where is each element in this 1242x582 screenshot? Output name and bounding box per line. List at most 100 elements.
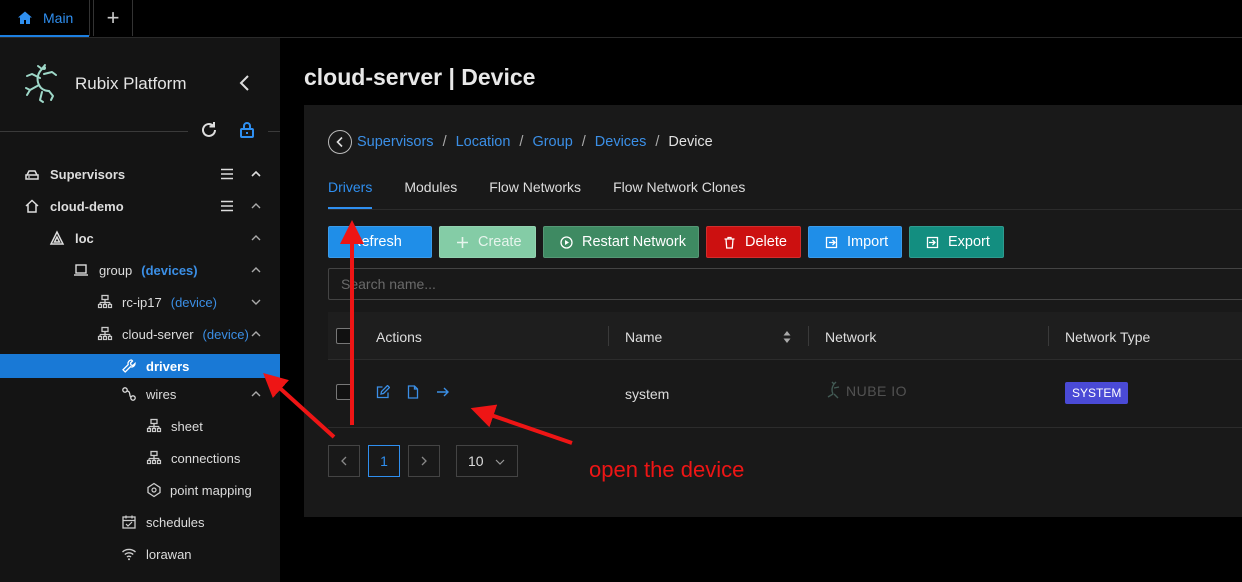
breadcrumb-devices[interactable]: Devices bbox=[595, 134, 647, 150]
network-logo: NUBE IO bbox=[824, 379, 907, 403]
import-icon bbox=[825, 236, 838, 248]
device-tree-icon bbox=[97, 294, 113, 309]
tree-item-drivers[interactable]: drivers bbox=[0, 354, 280, 378]
chevron-up-icon[interactable] bbox=[250, 232, 262, 244]
tree-item-wires[interactable]: wires bbox=[0, 378, 280, 410]
chevron-up-icon[interactable] bbox=[250, 328, 262, 340]
sidebar-divider bbox=[0, 131, 188, 132]
chevron-down-icon[interactable] bbox=[250, 296, 262, 308]
table-header: Actions Name Network Network Type bbox=[328, 312, 1242, 360]
export-icon bbox=[926, 236, 939, 248]
device-card: Supervisors / Location / Group / Devices… bbox=[304, 105, 1242, 517]
tree-item-group[interactable]: group (devices) bbox=[0, 254, 280, 286]
menu-icon[interactable] bbox=[220, 199, 234, 213]
tab-modules[interactable]: Modules bbox=[404, 179, 457, 209]
open-device-action[interactable] bbox=[436, 385, 452, 401]
location-icon bbox=[49, 230, 65, 245]
menu-icon[interactable] bbox=[220, 167, 234, 181]
tab-drivers[interactable]: Drivers bbox=[328, 179, 373, 209]
edit-action[interactable] bbox=[376, 385, 392, 401]
sidebar-divider bbox=[268, 131, 280, 132]
page-title: cloud-server | Device bbox=[304, 64, 536, 90]
chevron-up-icon[interactable] bbox=[250, 388, 262, 400]
tree-item-schedules[interactable]: schedules bbox=[0, 506, 280, 538]
sort-icon[interactable] bbox=[782, 330, 792, 344]
network-type-badge: SYSTEM bbox=[1065, 382, 1129, 404]
import-button[interactable]: Import bbox=[808, 226, 902, 258]
column-name[interactable]: Name bbox=[625, 329, 662, 345]
refresh-button[interactable]: Refresh bbox=[328, 226, 432, 258]
sidebar: Rubix Platform Supervisors cloud-demo lo… bbox=[0, 38, 280, 582]
tree-item-sheet[interactable]: sheet bbox=[0, 410, 280, 442]
chevron-right-icon bbox=[421, 456, 427, 466]
restart-network-button[interactable]: Restart Network bbox=[543, 226, 699, 258]
tree-item-loc[interactable]: loc bbox=[0, 222, 280, 254]
tree-item-tag: (device) bbox=[202, 326, 249, 342]
calendar-icon bbox=[122, 515, 136, 529]
export-button[interactable]: Export bbox=[909, 226, 1004, 258]
home-icon bbox=[18, 11, 32, 24]
breadcrumb-separator: / bbox=[655, 134, 660, 150]
view-action[interactable] bbox=[406, 385, 422, 401]
tree-item-point-mapping[interactable]: point mapping bbox=[0, 474, 280, 506]
chevron-up-icon[interactable] bbox=[250, 264, 262, 276]
device-tree-icon bbox=[97, 326, 113, 341]
add-tab-button[interactable]: + bbox=[93, 0, 133, 36]
device-tabs: Drivers Modules Flow Networks Flow Netwo… bbox=[328, 179, 777, 209]
tree-item-label: group bbox=[99, 262, 133, 278]
network-hex-icon bbox=[147, 482, 161, 498]
hierarchy-icon bbox=[146, 450, 162, 465]
tree-item-lorawan[interactable]: lorawan bbox=[0, 538, 280, 570]
table-row[interactable]: system NUBE IO SYSTEM bbox=[328, 360, 1242, 428]
frog-logo-icon bbox=[827, 381, 840, 399]
tree-item-tag: (devices) bbox=[141, 262, 198, 278]
column-divider bbox=[1048, 326, 1049, 346]
back-button[interactable] bbox=[328, 130, 352, 154]
supervisors-icon bbox=[25, 170, 39, 180]
select-all-checkbox[interactable] bbox=[336, 328, 352, 344]
laptop-icon bbox=[74, 264, 88, 276]
trash-icon bbox=[724, 236, 735, 249]
arrow-right-icon bbox=[437, 387, 449, 397]
tree-item-label: sheet bbox=[171, 418, 203, 434]
tree-item-connections[interactable]: connections bbox=[0, 442, 280, 474]
tree-item-label: connections bbox=[171, 450, 241, 466]
tree-item-cloud-demo[interactable]: cloud-demo bbox=[0, 190, 280, 222]
column-network-type: Network Type bbox=[1065, 329, 1151, 345]
page-1-button[interactable]: 1 bbox=[368, 445, 400, 477]
search-input[interactable] bbox=[328, 268, 1242, 300]
edit-icon bbox=[376, 385, 390, 399]
delete-button[interactable]: Delete bbox=[706, 226, 801, 258]
tree-item-label: cloud-server bbox=[122, 326, 194, 342]
chevron-left-icon bbox=[336, 136, 343, 148]
refresh-button-label: Refresh bbox=[351, 234, 402, 250]
house-icon bbox=[25, 199, 39, 213]
tree-item-supervisors[interactable]: Supervisors bbox=[0, 158, 280, 190]
breadcrumb-supervisors[interactable]: Supervisors bbox=[357, 134, 434, 150]
tab-main[interactable]: Main bbox=[0, 0, 90, 37]
page-size-select[interactable]: 10 bbox=[456, 445, 518, 477]
breadcrumb-group[interactable]: Group bbox=[532, 134, 572, 150]
tree-item-cloud-server[interactable]: cloud-server (device) bbox=[0, 318, 280, 350]
breadcrumb-separator: / bbox=[581, 134, 586, 150]
tab-flow-network-clones[interactable]: Flow Network Clones bbox=[613, 179, 745, 209]
tab-flow-networks[interactable]: Flow Networks bbox=[489, 179, 581, 209]
chevron-up-icon[interactable] bbox=[250, 168, 262, 180]
plus-icon bbox=[457, 236, 468, 248]
prev-page-button[interactable] bbox=[328, 445, 360, 477]
tree-item-rc-ip17[interactable]: rc-ip17 (device) bbox=[0, 286, 280, 318]
breadcrumb-location[interactable]: Location bbox=[456, 134, 511, 150]
frog-logo-icon bbox=[25, 64, 57, 103]
next-page-button[interactable] bbox=[408, 445, 440, 477]
row-checkbox[interactable] bbox=[336, 384, 352, 400]
breadcrumb-current: Device bbox=[668, 134, 713, 150]
refresh-icon[interactable] bbox=[199, 120, 219, 140]
lock-icon[interactable] bbox=[238, 121, 256, 139]
restart-network-button-label: Restart Network bbox=[582, 234, 686, 250]
chevron-down-icon bbox=[495, 459, 505, 465]
column-divider bbox=[808, 326, 809, 346]
collapse-sidebar-icon[interactable] bbox=[236, 74, 254, 92]
chevron-up-icon[interactable] bbox=[250, 200, 262, 212]
create-button[interactable]: Create bbox=[439, 226, 536, 258]
column-divider bbox=[608, 326, 609, 346]
